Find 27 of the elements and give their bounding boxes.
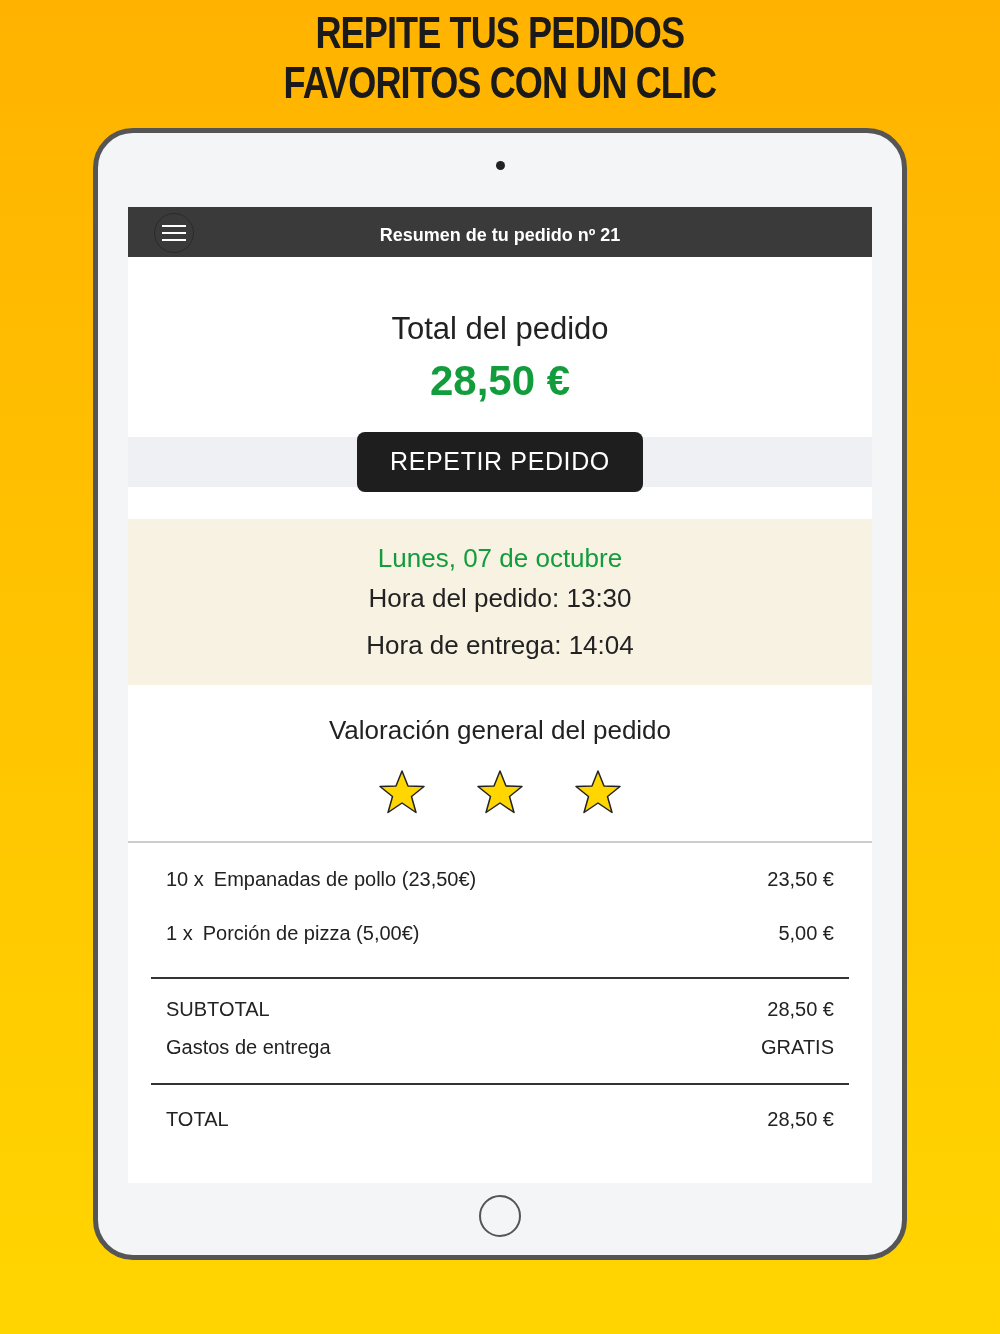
summary-label: SUBTOTAL	[166, 997, 270, 1021]
total-label: TOTAL	[166, 1107, 229, 1131]
repeat-order-button[interactable]: REPETIR PEDIDO	[357, 432, 643, 492]
total-amount: 28,50 €	[429, 356, 571, 406]
summary-value: GRATIS	[761, 1035, 834, 1059]
star-icon	[378, 769, 426, 815]
item-quantity: 10 x	[166, 867, 204, 891]
star-icon	[476, 769, 524, 815]
summary-label: Gastos de entrega	[166, 1035, 331, 1059]
order-time: Hora del pedido: 13:30	[368, 582, 632, 615]
camera-icon	[495, 161, 505, 170]
item-price: 23,50 €	[767, 867, 834, 891]
total-value: 28,50 €	[767, 1107, 834, 1131]
item-quantity: 1 x	[166, 921, 193, 945]
summary-value: 28,50 €	[767, 997, 834, 1021]
headline: FAVORITOS CON UN CLIC	[283, 58, 717, 108]
home-button[interactable]	[479, 1195, 521, 1237]
delivery-time: Hora de entrega: 14:04	[366, 629, 634, 662]
total-label: Total del pedido	[391, 310, 609, 348]
item-price: 5,00 €	[778, 921, 834, 945]
rating-label: Valoración general del pedido	[328, 714, 672, 747]
headline: REPITE TUS PEDIDOS	[315, 8, 685, 58]
star-icon	[574, 769, 622, 815]
header-title: Resumen de tu pedido nº 21	[379, 223, 621, 247]
order-date: Lunes, 07 de octubre	[377, 542, 623, 575]
item-name: Empanadas de pollo (23,50€)	[213, 867, 477, 891]
item-name: Porción de pizza (5,00€)	[202, 921, 420, 945]
